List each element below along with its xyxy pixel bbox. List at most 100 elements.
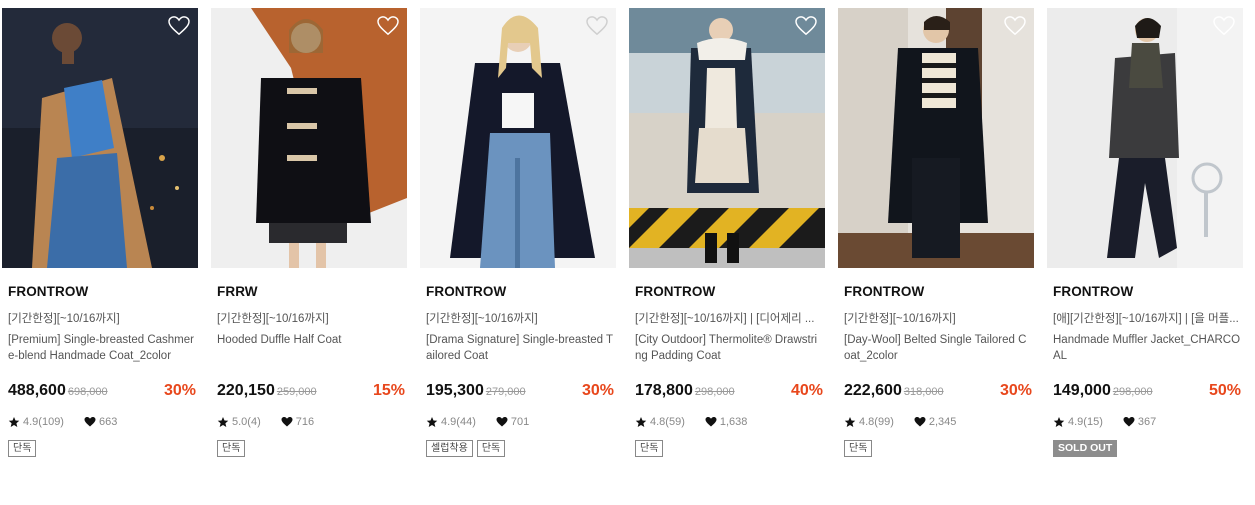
product-name[interactable]: Handmade Muffler Jacket_CHARCOAL xyxy=(1053,332,1241,364)
like-count: 716 xyxy=(295,416,315,428)
promo-text: [기간한정][~10/16까지] xyxy=(8,313,120,325)
price: 222,600 318,000 xyxy=(844,382,944,400)
price: 195,300 279,000 xyxy=(426,382,526,400)
promo-text: [기간한정][~10/16까지] xyxy=(426,313,538,325)
product-image[interactable] xyxy=(1047,8,1243,268)
rating: 4.9(109) xyxy=(23,416,64,428)
brand-name[interactable]: FRONTROW xyxy=(1053,284,1133,299)
wishlist-heart-icon[interactable] xyxy=(1213,16,1235,36)
sale-price: 488,600 xyxy=(8,382,66,399)
product-name[interactable]: [Premium] Single-breasted Cashmere-blend… xyxy=(8,332,196,364)
star-icon xyxy=(635,416,647,428)
star-icon xyxy=(1053,416,1065,428)
exclusive-tag: 단독 xyxy=(217,440,246,457)
wishlist-heart-icon[interactable] xyxy=(795,16,817,36)
product-image[interactable] xyxy=(838,8,1034,268)
product-card[interactable]: FRONTROW [기간한정][~10/16까지] | [디어제리 ... [C… xyxy=(629,8,825,478)
product-image[interactable] xyxy=(420,8,616,268)
tag-list: 단독 xyxy=(844,440,873,457)
original-price: 698,000 xyxy=(67,386,108,398)
sold-out-badge: SOLD OUT xyxy=(1053,440,1118,457)
product-name[interactable]: [City Outdoor] Thermolite® Drawstring Pa… xyxy=(635,332,823,364)
sale-price: 222,600 xyxy=(844,382,902,399)
exclusive-tag: 단독 xyxy=(476,440,506,457)
promo-text: [기간한정][~10/16까지] xyxy=(844,313,956,325)
wishlist-heart-icon[interactable] xyxy=(1004,16,1026,36)
price: 488,600 698,000 xyxy=(8,382,108,400)
like-count: 2,345 xyxy=(928,416,957,428)
discount-rate: 30% xyxy=(163,382,196,399)
discount-rate: 30% xyxy=(999,382,1032,399)
wishlist-heart-icon[interactable] xyxy=(377,16,399,36)
original-price: 298,000 xyxy=(694,386,735,398)
sale-price: 149,000 xyxy=(1053,382,1111,399)
product-card[interactable]: FRONTROW [애][기간한정][~10/16까지] | [을 머플... … xyxy=(1047,8,1243,478)
promo-text: [애][기간한정][~10/16까지] | [을 머플... xyxy=(1053,313,1239,325)
product-card[interactable]: FRONTROW [기간한정][~10/16까지] [Day-Wool] Bel… xyxy=(838,8,1034,478)
price: 178,800 298,000 xyxy=(635,382,735,400)
product-image[interactable] xyxy=(629,8,825,268)
heart-filled-icon xyxy=(84,416,96,428)
product-image[interactable] xyxy=(211,8,407,268)
product-name[interactable]: [Day-Wool] Belted Single Tailored Coat_2… xyxy=(844,332,1032,364)
celeb-worn-tag: 셀럽착용 xyxy=(426,440,473,457)
star-icon xyxy=(8,416,20,428)
review-meta: 4.8(59) 1,638 xyxy=(635,416,747,428)
rating: 4.9(44) xyxy=(441,416,476,428)
brand-name[interactable]: FRONTROW xyxy=(844,284,924,299)
exclusive-tag: 단독 xyxy=(8,440,37,457)
tag-list: 단독 xyxy=(217,440,246,457)
discount-rate: 50% xyxy=(1208,382,1241,399)
tag-list: 셀럽착용 단독 xyxy=(426,440,506,457)
wishlist-heart-icon[interactable] xyxy=(586,16,608,36)
tag-list: 단독 xyxy=(635,440,664,457)
sale-price: 178,800 xyxy=(635,382,693,399)
review-meta: 5.0(4) 716 xyxy=(217,416,314,428)
heart-filled-icon xyxy=(914,416,926,428)
review-meta: 4.9(109) 663 xyxy=(8,416,117,428)
original-price: 318,000 xyxy=(903,386,944,398)
star-icon xyxy=(426,416,438,428)
tag-list: SOLD OUT xyxy=(1053,440,1118,457)
heart-filled-icon xyxy=(1123,416,1135,428)
exclusive-tag: 단독 xyxy=(844,440,873,457)
like-count: 701 xyxy=(510,416,530,428)
review-meta: 4.9(15) 367 xyxy=(1053,416,1156,428)
promo-text: [기간한정][~10/16까지] | [디어제리 ... xyxy=(635,313,815,325)
brand-name[interactable]: FRONTROW xyxy=(635,284,715,299)
original-price: 298,000 xyxy=(1112,386,1153,398)
product-name[interactable]: [Drama Signature] Single-breasted Tailor… xyxy=(426,332,614,364)
sale-price: 195,300 xyxy=(426,382,484,399)
brand-name[interactable]: FRONTROW xyxy=(8,284,88,299)
star-icon xyxy=(217,416,229,428)
discount-rate: 15% xyxy=(372,382,405,399)
product-image[interactable] xyxy=(2,8,198,268)
rating: 4.9(15) xyxy=(1068,416,1103,428)
heart-filled-icon xyxy=(281,416,293,428)
product-card[interactable]: FRONTROW [기간한정][~10/16까지] [Drama Signatu… xyxy=(420,8,616,478)
price: 220,150 259,000 xyxy=(217,382,317,400)
review-meta: 4.8(99) 2,345 xyxy=(844,416,956,428)
tag-list: 단독 xyxy=(8,440,37,457)
original-price: 279,000 xyxy=(485,386,526,398)
like-count: 663 xyxy=(98,416,118,428)
price: 149,000 298,000 xyxy=(1053,382,1153,400)
sale-price: 220,150 xyxy=(217,382,275,399)
product-card[interactable]: FRRW [기간한정][~10/16까지] Hooded Duffle Half… xyxy=(211,8,407,478)
product-grid: FRONTROW [기간한정][~10/16까지] [Premium] Sing… xyxy=(2,8,1253,478)
like-count: 1,638 xyxy=(719,416,748,428)
promo-text: [기간한정][~10/16까지] xyxy=(217,313,329,325)
product-name[interactable]: Hooded Duffle Half Coat xyxy=(217,332,405,348)
wishlist-heart-icon[interactable] xyxy=(168,16,190,36)
rating: 4.8(59) xyxy=(650,416,685,428)
rating: 5.0(4) xyxy=(232,416,261,428)
product-card[interactable]: FRONTROW [기간한정][~10/16까지] [Premium] Sing… xyxy=(2,8,198,478)
brand-name[interactable]: FRONTROW xyxy=(426,284,506,299)
exclusive-tag: 단독 xyxy=(635,440,664,457)
discount-rate: 40% xyxy=(790,382,823,399)
heart-filled-icon xyxy=(496,416,508,428)
brand-name[interactable]: FRRW xyxy=(217,284,258,299)
star-icon xyxy=(844,416,856,428)
heart-filled-icon xyxy=(705,416,717,428)
original-price: 259,000 xyxy=(276,386,317,398)
